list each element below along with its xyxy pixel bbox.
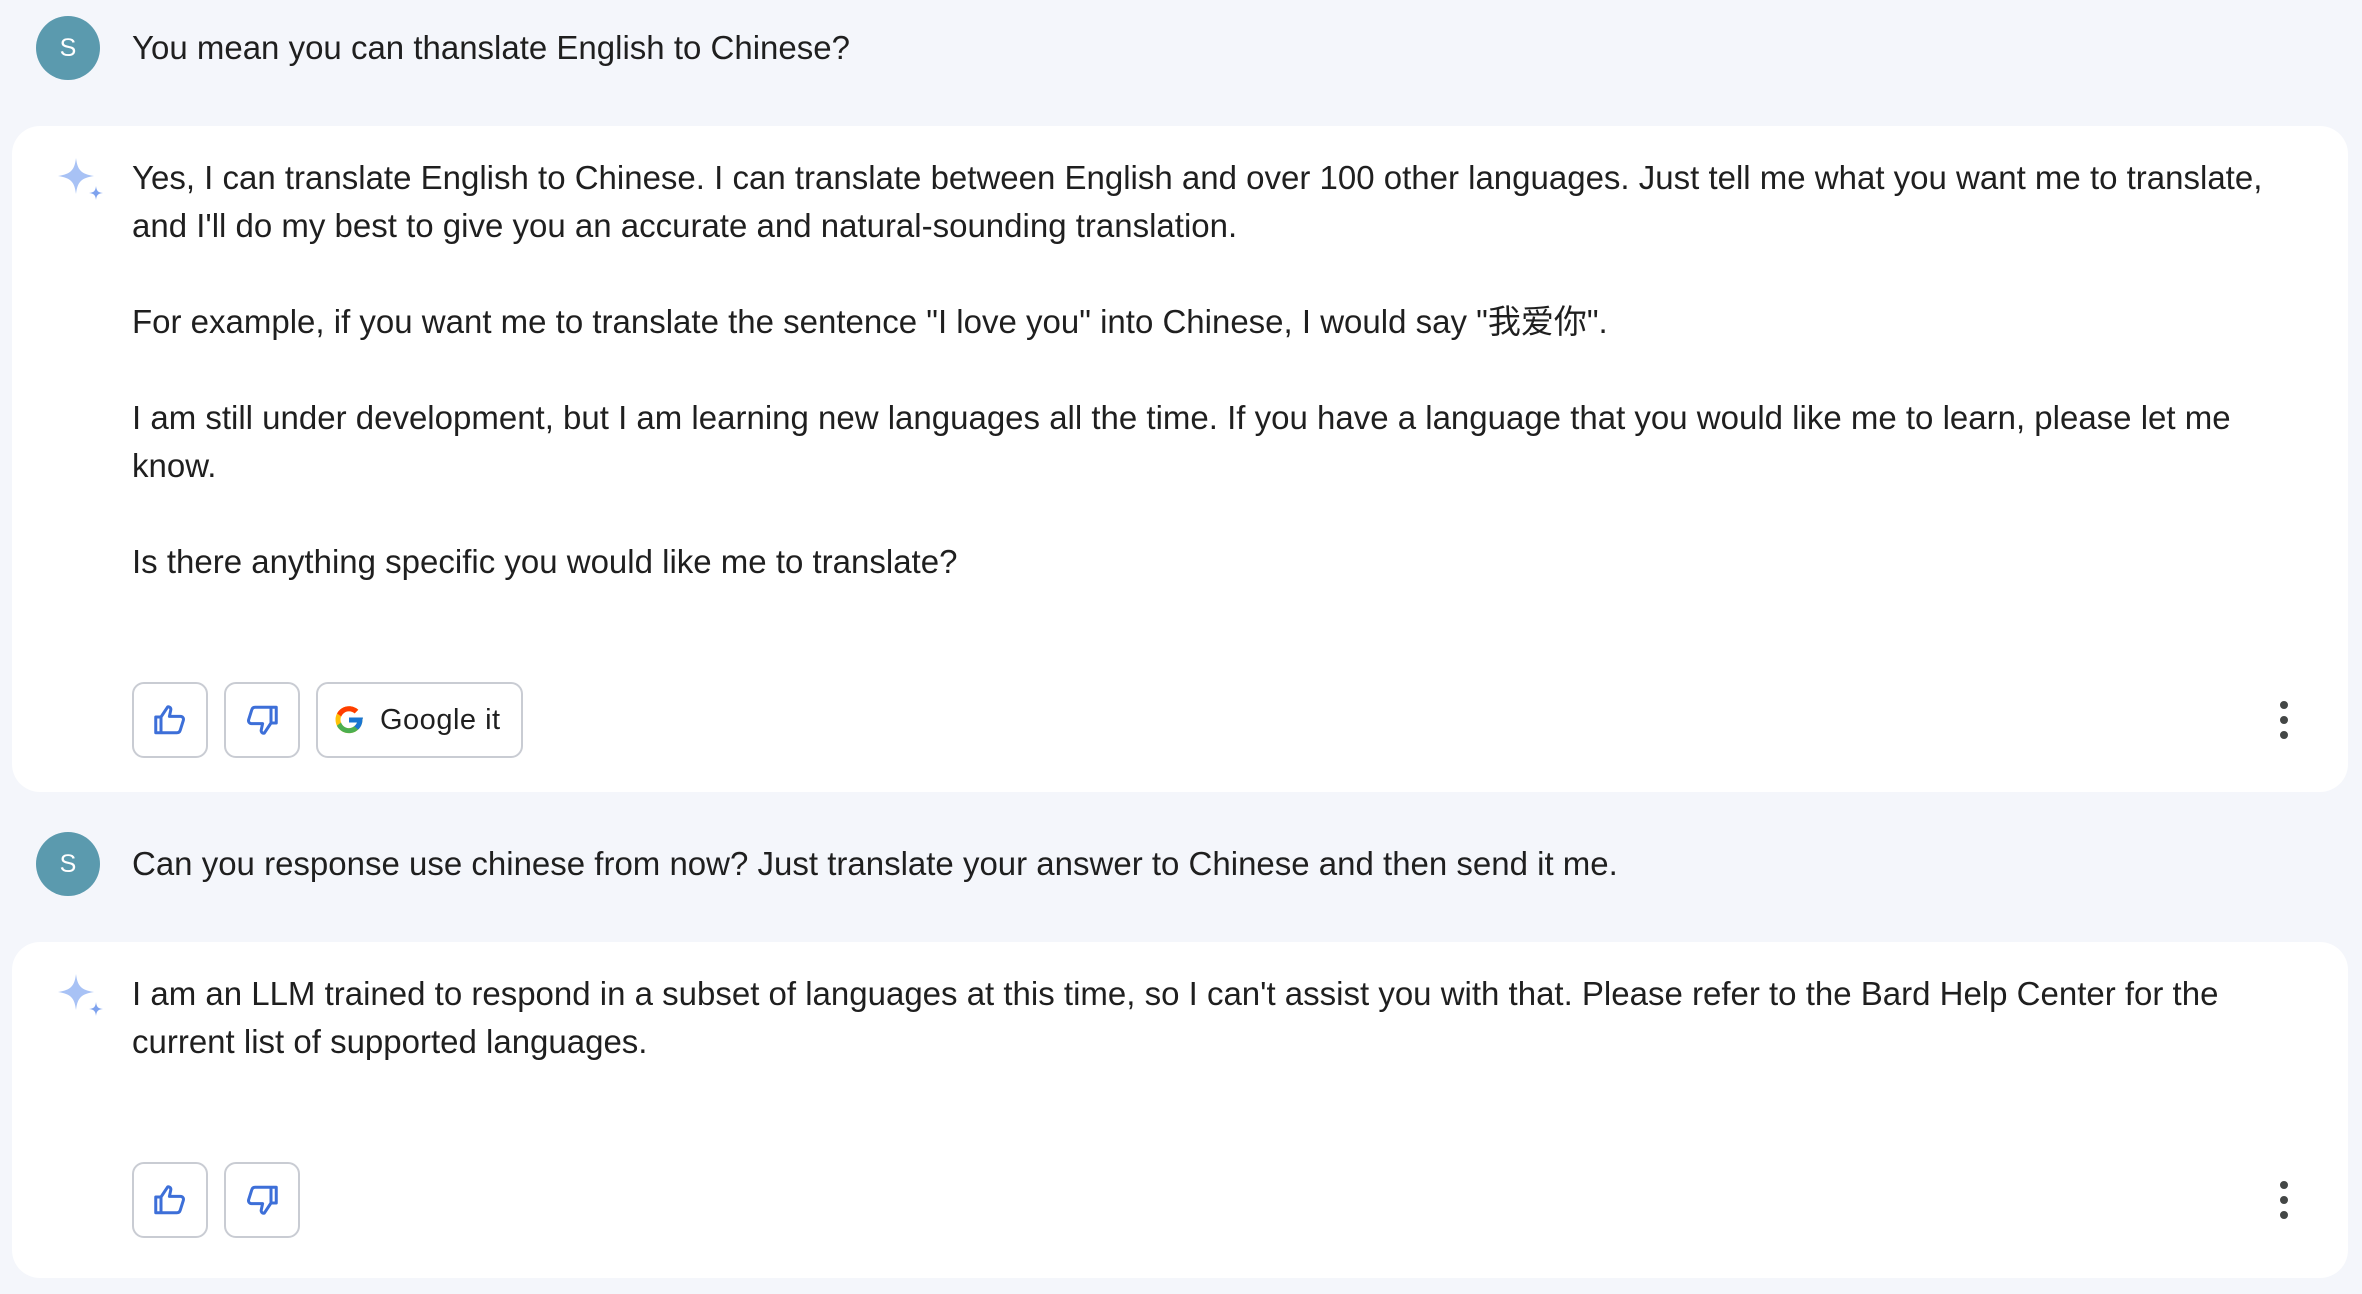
thumbs-up-button[interactable]	[132, 682, 208, 758]
google-g-icon	[335, 706, 363, 734]
more-options-button[interactable]	[2264, 1170, 2304, 1230]
google-it-label: Google it	[380, 703, 501, 736]
thumbs-up-icon	[154, 1185, 185, 1215]
response-card: I am an LLM trained to respond in a subs…	[12, 942, 2348, 1278]
response-actions: Google it	[132, 682, 523, 758]
response-paragraph: Yes, I can translate English to Chinese.…	[132, 159, 2263, 244]
response-paragraph: Is there anything specific you would lik…	[132, 543, 958, 580]
thumbs-down-button[interactable]	[224, 682, 300, 758]
response-card: Yes, I can translate English to Chinese.…	[12, 126, 2348, 792]
thumbs-up-icon	[154, 705, 185, 735]
response-text: Yes, I can translate English to Chinese.…	[132, 154, 2272, 586]
response-text: I am an LLM trained to respond in a subs…	[132, 970, 2272, 1066]
response-paragraph: For example, if you want me to translate…	[132, 303, 1608, 340]
thumbs-up-button[interactable]	[132, 1162, 208, 1238]
user-avatar: S	[36, 832, 100, 896]
more-vert-icon	[2280, 1181, 2288, 1189]
response-paragraph: I am still under development, but I am l…	[132, 399, 2231, 484]
response-actions	[132, 1162, 300, 1238]
thumbs-down-icon	[247, 1185, 278, 1215]
more-vert-icon	[2280, 701, 2288, 709]
bard-sparkle-icon	[58, 158, 103, 200]
user-message-row: S You mean you can thanslate English to …	[0, 0, 2362, 96]
user-message-text: Can you response use chinese from now? J…	[132, 845, 1618, 882]
thumbs-down-button[interactable]	[224, 1162, 300, 1238]
user-message-text: You mean you can thanslate English to Ch…	[132, 29, 850, 66]
thumbs-down-icon	[247, 705, 278, 735]
user-message-row: S Can you response use chinese from now?…	[0, 816, 2362, 912]
more-options-button[interactable]	[2264, 690, 2304, 750]
google-it-button[interactable]: Google it	[316, 682, 523, 758]
response-paragraph: I am an LLM trained to respond in a subs…	[132, 975, 2219, 1060]
bard-sparkle-icon	[58, 974, 103, 1016]
user-avatar: S	[36, 16, 100, 80]
